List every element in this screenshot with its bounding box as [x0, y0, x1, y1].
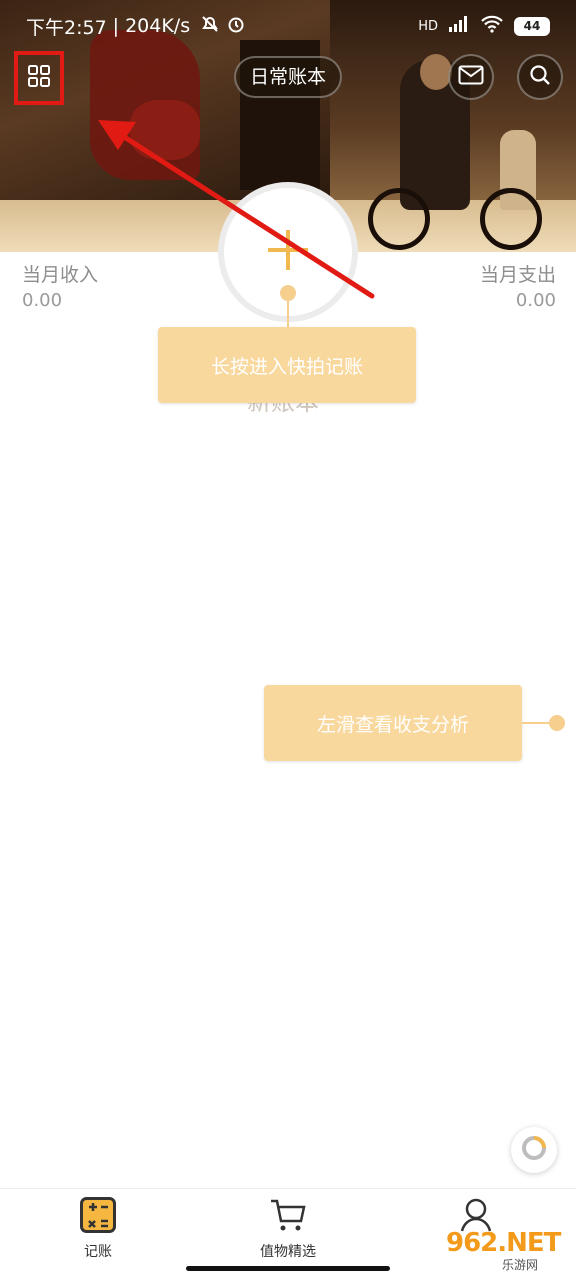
tab-bookkeeping-label: 记账 — [84, 1244, 112, 1260]
home-indicator[interactable] — [186, 1266, 390, 1271]
pie-chart-icon — [520, 1134, 548, 1166]
annotation-arrow — [98, 120, 375, 299]
calculator-icon — [80, 1197, 116, 1237]
analysis-float-button[interactable] — [511, 1127, 557, 1173]
tab-picks[interactable]: 值物精选 — [228, 1197, 348, 1261]
cart-icon — [269, 1197, 307, 1237]
site-watermark: 962.NET 乐游网 — [446, 1228, 570, 1276]
tab-picks-label: 值物精选 — [260, 1244, 316, 1260]
watermark-sub: 乐游网 — [500, 1256, 541, 1273]
tab-bookkeeping[interactable]: 记账 — [38, 1197, 158, 1261]
watermark-main: 962.NET — [446, 1228, 561, 1258]
